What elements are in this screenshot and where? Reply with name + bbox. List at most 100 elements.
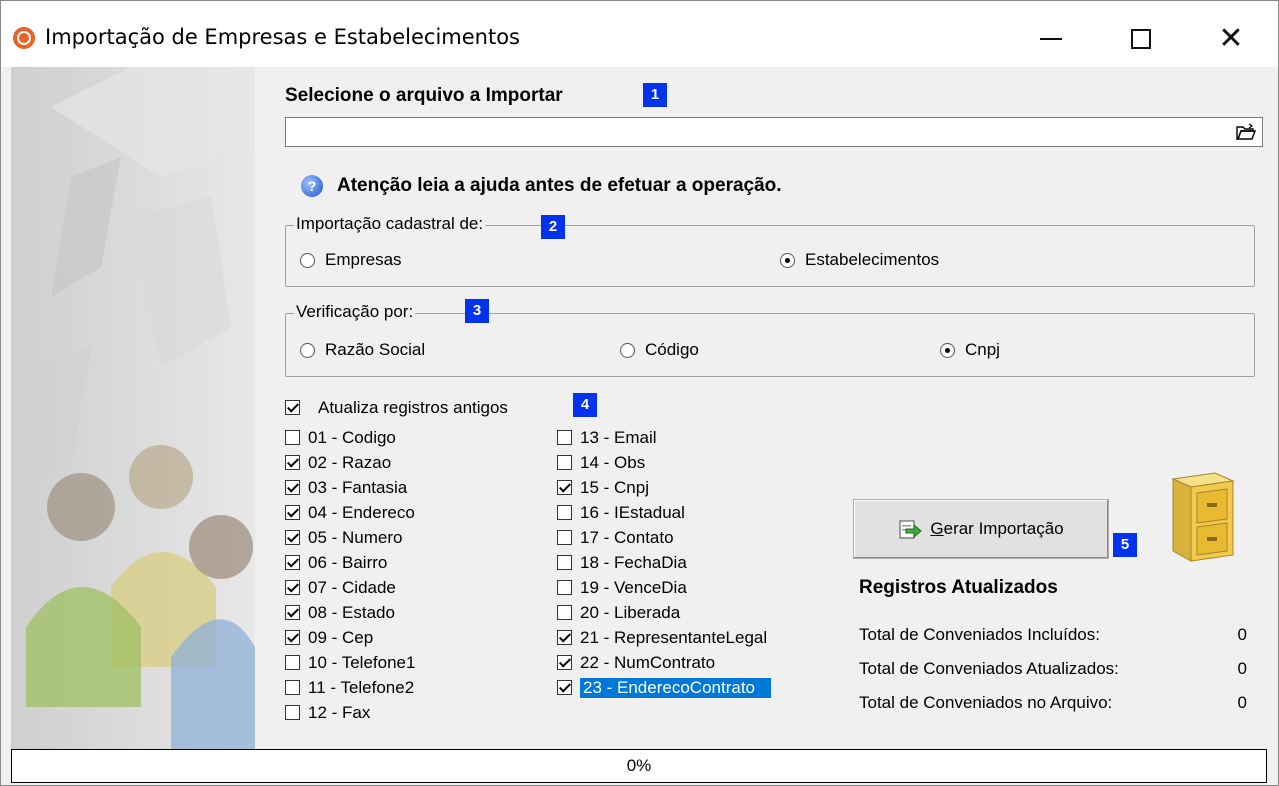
maximize-icon <box>1131 29 1151 49</box>
field-checkbox[interactable]: 02 - Razao <box>285 450 391 475</box>
help-text: Atenção leia a ajuda antes de efetuar a … <box>337 175 782 196</box>
stat-updated-row: Total de Conveniados Atualizados: 0 <box>859 659 1247 679</box>
window-title: Importação de Empresas e Estabelecimento… <box>45 25 521 49</box>
open-folder-icon <box>1236 123 1256 140</box>
field-checkbox[interactable]: 04 - Endereco <box>285 500 415 525</box>
field-checkbox-box <box>557 505 572 520</box>
field-label: 19 - VenceDia <box>580 577 687 597</box>
field-checkbox-box <box>285 455 300 470</box>
radio-razao-social-dot <box>300 342 315 358</box>
field-checkbox-box <box>285 655 300 670</box>
radio-cnpj-dot <box>940 342 955 358</box>
field-label: 07 - Cidade <box>308 577 396 597</box>
field-checkbox-box <box>557 580 572 595</box>
file-path-input[interactable] <box>288 120 1212 144</box>
maximize-button[interactable] <box>1111 15 1171 63</box>
import-window: Importação de Empresas e Estabelecimento… <box>0 0 1279 786</box>
update-old-records-label: Atualiza registros antigos <box>318 397 508 417</box>
field-checkbox[interactable]: 08 - Estado <box>285 600 395 625</box>
minimize-icon <box>1040 38 1062 40</box>
field-checkbox[interactable]: 20 - Liberada <box>557 600 680 625</box>
field-checkbox[interactable]: 15 - Cnpj <box>557 475 649 500</box>
field-label: 20 - Liberada <box>580 602 681 622</box>
field-label: 12 - Fax <box>308 702 371 722</box>
radio-empresas-dot <box>300 252 315 268</box>
step-badge-4: 4 <box>573 393 597 417</box>
radio-codigo-label: Código <box>645 340 699 359</box>
field-checkbox-box <box>285 680 300 695</box>
step-badge-3: 3 <box>465 299 489 323</box>
import-arrow-icon <box>899 520 923 539</box>
stat-included-row: Total de Conveniados Incluídos: 0 <box>859 625 1247 645</box>
stat-value: 0 <box>1237 625 1247 644</box>
step-badge-2: 2 <box>541 215 565 239</box>
field-label: 08 - Estado <box>308 602 395 622</box>
browse-file-button[interactable] <box>1232 120 1260 144</box>
field-label: 16 - IEstadual <box>580 502 685 522</box>
step-badge-1: 1 <box>643 83 667 107</box>
radio-cnpj[interactable]: Cnpj <box>940 340 1000 360</box>
field-checkbox-box <box>557 480 572 495</box>
field-label: 17 - Contato <box>580 527 674 547</box>
radio-razao-social[interactable]: Razão Social <box>300 340 425 360</box>
field-checkbox[interactable]: 12 - Fax <box>285 700 370 725</box>
field-checkbox[interactable]: 03 - Fantasia <box>285 475 407 500</box>
stat-label: Total de Conveniados Atualizados: <box>859 659 1119 678</box>
radio-codigo[interactable]: Código <box>620 340 699 360</box>
field-checkbox-box <box>285 630 300 645</box>
field-checkbox[interactable]: 23 - EnderecoContrato <box>557 675 771 700</box>
field-checkbox-box <box>557 530 572 545</box>
field-label: 04 - Endereco <box>308 502 415 522</box>
field-checkbox[interactable]: 09 - Cep <box>285 625 373 650</box>
field-label-selected: 23 - EnderecoContrato <box>580 677 771 698</box>
field-checkbox-box <box>557 430 572 445</box>
field-checkbox-box <box>285 505 300 520</box>
title-bar: Importação de Empresas e Estabelecimento… <box>1 1 1278 67</box>
field-label: 05 - Numero <box>308 527 403 547</box>
field-checkbox[interactable]: 01 - Codigo <box>285 425 396 450</box>
field-checkbox[interactable]: 19 - VenceDia <box>557 575 687 600</box>
field-checkbox[interactable]: 16 - IEstadual <box>557 500 685 525</box>
verification-legend: Verificação por: <box>294 302 416 322</box>
field-checkbox-box <box>285 705 300 720</box>
field-checkbox[interactable]: 14 - Obs <box>557 450 645 475</box>
radio-razao-social-label: Razão Social <box>325 340 426 359</box>
field-label: 10 - Telefone1 <box>308 652 416 672</box>
main-content: Selecione o arquivo a Importar 1 ? Atenç… <box>255 67 1277 749</box>
close-button[interactable]: ✕ <box>1201 15 1261 63</box>
field-label: 15 - Cnpj <box>580 477 649 497</box>
field-checkbox[interactable]: 22 - NumContrato <box>557 650 715 675</box>
field-checkbox[interactable]: 18 - FechaDia <box>557 550 687 575</box>
field-label: 13 - Email <box>580 427 657 447</box>
file-path-field <box>285 117 1263 147</box>
step-badge-5: 5 <box>1113 533 1137 557</box>
radio-estabelecimentos[interactable]: Estabelecimentos <box>780 250 939 270</box>
update-old-records-checkbox[interactable]: Atualiza registros antigos <box>285 395 508 420</box>
field-checkbox[interactable]: 13 - Email <box>557 425 657 450</box>
field-checkbox-box <box>557 680 572 695</box>
field-checkbox[interactable]: 11 - Telefone2 <box>285 675 414 700</box>
field-label: 18 - FechaDia <box>580 552 687 572</box>
radio-empresas[interactable]: Empresas <box>300 250 402 270</box>
field-label: 03 - Fantasia <box>308 477 408 497</box>
generate-import-button[interactable]: Gerar Importação <box>853 499 1109 559</box>
stat-label: Total de Conveniados Incluídos: <box>859 625 1100 644</box>
field-label: 22 - NumContrato <box>580 652 716 672</box>
field-checkbox-box <box>285 430 300 445</box>
field-checkbox[interactable]: 05 - Numero <box>285 525 402 550</box>
app-icon[interactable] <box>13 27 35 49</box>
field-checkbox[interactable]: 06 - Bairro <box>285 550 387 575</box>
minimize-button[interactable] <box>1021 15 1081 63</box>
field-checkbox[interactable]: 21 - RepresentanteLegal <box>557 625 767 650</box>
field-checkbox-box <box>557 455 572 470</box>
field-checkbox-box <box>557 555 572 570</box>
import-type-legend: Importação cadastral de: <box>294 214 486 234</box>
help-icon[interactable]: ? <box>301 175 323 197</box>
field-checkbox[interactable]: 10 - Telefone1 <box>285 650 415 675</box>
generate-import-accel: G <box>930 519 944 538</box>
field-checkbox[interactable]: 17 - Contato <box>557 525 674 550</box>
field-checkbox[interactable]: 07 - Cidade <box>285 575 396 600</box>
verification-group: Verificação por: Razão Social Código Cnp… <box>285 302 1255 377</box>
stat-value: 0 <box>1237 659 1247 678</box>
field-checkbox-box <box>557 605 572 620</box>
